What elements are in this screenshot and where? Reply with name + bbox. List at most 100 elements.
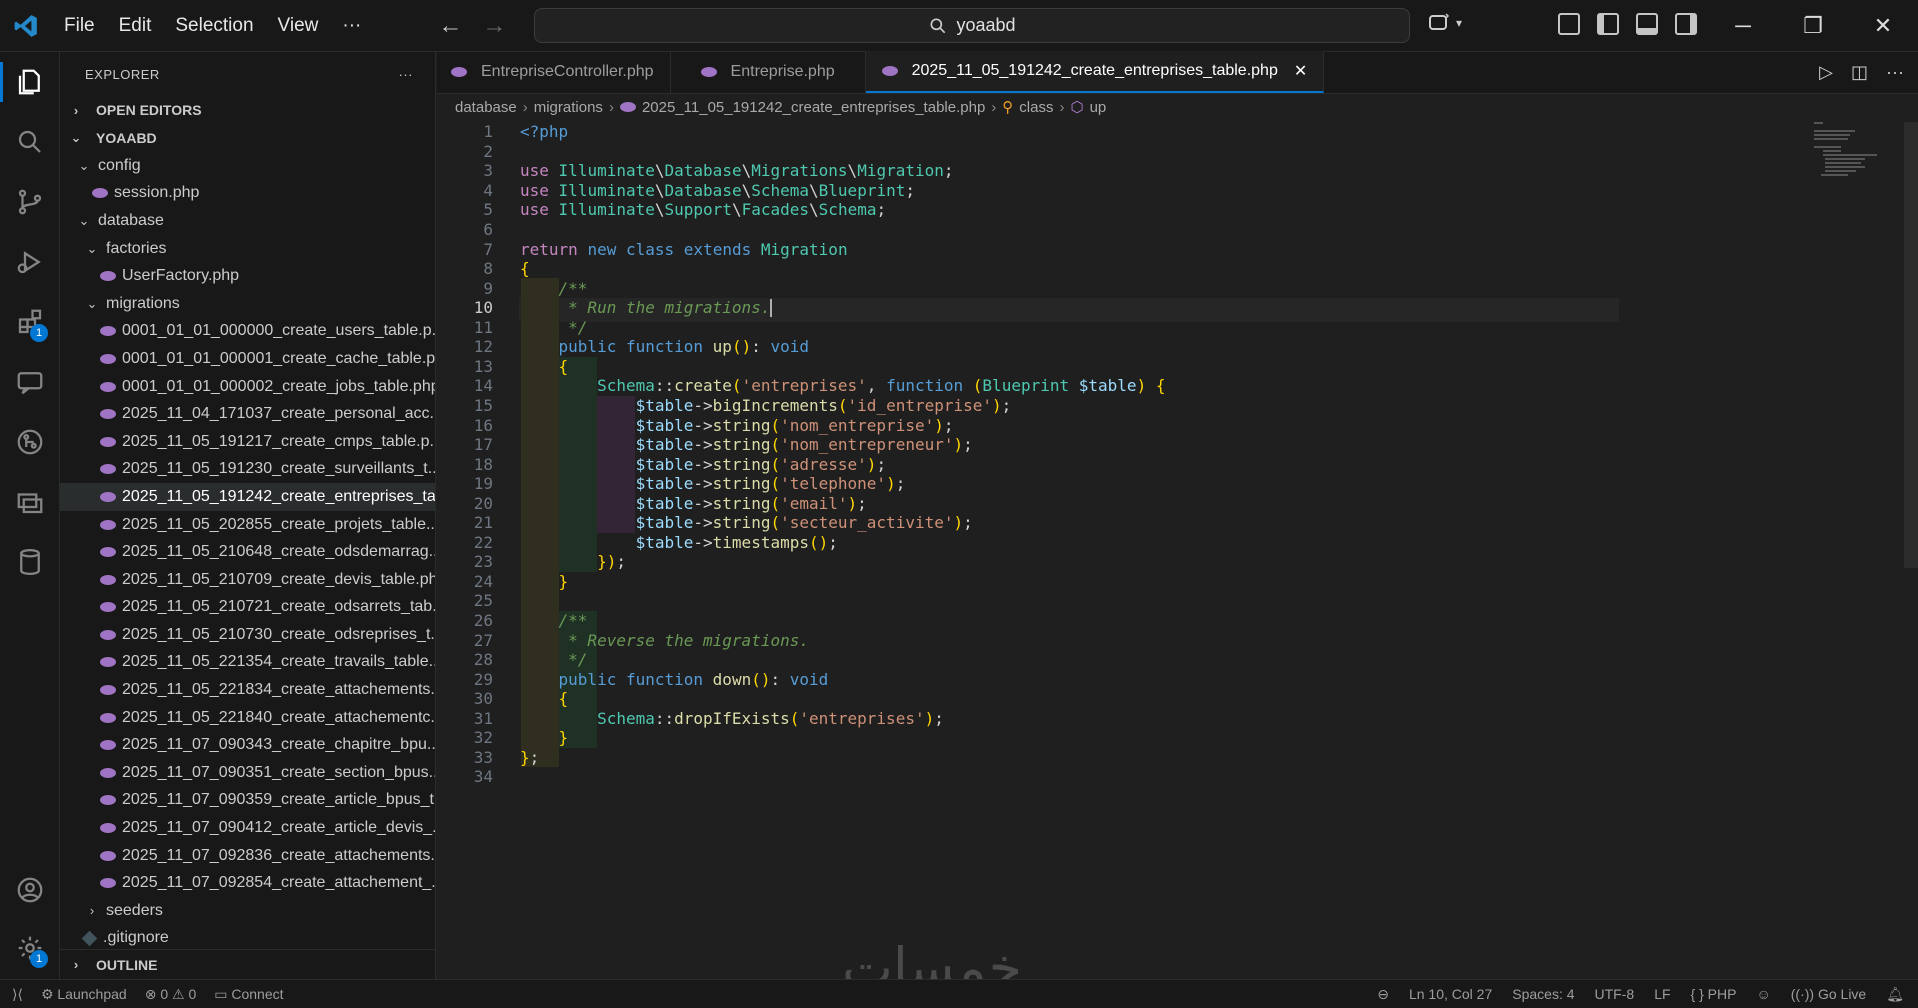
chat-icon[interactable] bbox=[0, 352, 60, 412]
tree-folder[interactable]: ⌄ factories bbox=[60, 235, 435, 263]
tree-file[interactable]: 2025_11_05_191230_create_surveillants_t.… bbox=[60, 456, 435, 484]
php-file-icon bbox=[100, 629, 116, 640]
minimap[interactable] bbox=[1814, 122, 1904, 222]
more-actions-icon[interactable]: ··· bbox=[1886, 62, 1904, 83]
tree-file[interactable]: 2025_11_05_202855_create_projets_table..… bbox=[60, 511, 435, 539]
customize-layout-icon[interactable] bbox=[1558, 13, 1580, 35]
copilot-button[interactable]: ▾ bbox=[1428, 12, 1462, 34]
search-icon[interactable] bbox=[0, 112, 60, 172]
tree-folder[interactable]: ⌄ migrations bbox=[60, 290, 435, 318]
minimize-icon[interactable]: ─ bbox=[1708, 0, 1778, 52]
source-control-icon[interactable] bbox=[0, 172, 60, 232]
launchpad-item[interactable]: ⚙ Launchpad bbox=[41, 986, 127, 1003]
open-editors-section[interactable]: › OPEN EDITORS bbox=[60, 96, 435, 124]
account-icon[interactable] bbox=[0, 860, 60, 920]
restore-icon[interactable]: ❐ bbox=[1778, 0, 1848, 52]
go-live-item[interactable]: ((·)) Go Live bbox=[1791, 986, 1866, 1002]
tree-file[interactable]: 2025_11_07_090359_create_article_bpus_t.… bbox=[60, 787, 435, 815]
tree-folder[interactable]: ⌄ config bbox=[60, 152, 435, 180]
tree-file[interactable]: 2025_11_07_090351_create_section_bpus... bbox=[60, 759, 435, 787]
tree-folder[interactable]: › seeders bbox=[60, 897, 435, 925]
menu-edit[interactable]: Edit bbox=[107, 0, 164, 52]
back-arrow-icon[interactable]: ← bbox=[435, 12, 465, 40]
tab-entreprise-model[interactable]: Entreprise.php bbox=[671, 51, 866, 93]
tree-file[interactable]: 2025_11_07_090343_create_chapitre_bpu... bbox=[60, 731, 435, 759]
line-number: 20 bbox=[473, 493, 493, 513]
tree-file[interactable]: 2025_11_07_092836_create_attachements... bbox=[60, 842, 435, 870]
code-line: 33}; bbox=[437, 748, 1907, 768]
code-line: 9 /** bbox=[437, 278, 1907, 298]
tree-file[interactable]: 0001_01_01_000001_create_cache_table.p..… bbox=[60, 345, 435, 373]
menu-file[interactable]: File bbox=[52, 0, 107, 52]
close-window-icon[interactable]: ✕ bbox=[1848, 0, 1918, 52]
breadcrumb-migrations[interactable]: migrations bbox=[534, 99, 603, 116]
tree-item-label: 2025_11_07_092854_create_attachement_... bbox=[122, 874, 435, 892]
tree-folder[interactable]: ⌄ database bbox=[60, 207, 435, 235]
tab-entreprise-controller[interactable]: EntrepriseController.php bbox=[437, 51, 671, 93]
git-graph-icon[interactable] bbox=[0, 412, 60, 472]
line-number: 19 bbox=[473, 474, 493, 494]
tree-file[interactable]: 2025_11_05_210709_create_devis_table.php bbox=[60, 566, 435, 594]
breadcrumb-class[interactable]: class bbox=[1019, 99, 1053, 116]
remote-explorer-icon[interactable] bbox=[0, 472, 60, 532]
cursor-position[interactable]: Ln 10, Col 27 bbox=[1409, 986, 1492, 1002]
explorer-icon[interactable] bbox=[0, 52, 60, 112]
code-editor[interactable]: 1 <?php 2 3 use Illuminate\Database\Migratio… bbox=[437, 122, 1907, 982]
zoom-icon[interactable]: ⊖ bbox=[1377, 986, 1389, 1003]
encoding[interactable]: UTF-8 bbox=[1595, 986, 1635, 1002]
tree-file[interactable]: 2025_11_07_090412_create_article_devis_.… bbox=[60, 814, 435, 842]
line-number: 32 bbox=[473, 728, 493, 748]
connect-item[interactable]: ▭ Connect bbox=[214, 986, 283, 1003]
breadcrumb-file[interactable]: 2025_11_05_191242_create_entreprises_tab… bbox=[642, 99, 985, 116]
split-editor-icon[interactable]: ◫ bbox=[1851, 62, 1868, 83]
tab-create-entreprises-table[interactable]: 2025_11_05_191242_create_entreprises_tab… bbox=[865, 51, 1325, 93]
indentation[interactable]: Spaces: 4 bbox=[1512, 986, 1574, 1002]
run-debug-icon[interactable] bbox=[0, 232, 60, 292]
tree-file[interactable]: 2025_11_05_210648_create_odsdemarrag... bbox=[60, 538, 435, 566]
tree-file[interactable]: 2025_11_05_191242_create_entreprises_ta.… bbox=[60, 483, 435, 511]
menu-more[interactable]: ··· bbox=[330, 0, 373, 52]
menu-view[interactable]: View bbox=[266, 0, 331, 52]
close-tab-icon[interactable]: ✕ bbox=[1294, 61, 1307, 81]
chevron-down-icon: ⌄ bbox=[86, 295, 98, 311]
tree-file[interactable]: 2025_11_04_171037_create_personal_acc... bbox=[60, 400, 435, 428]
breadcrumb-database[interactable]: database bbox=[455, 99, 517, 116]
database-icon[interactable] bbox=[0, 532, 60, 592]
tree-file[interactable]: 2025_11_05_210730_create_odsreprises_t..… bbox=[60, 621, 435, 649]
end-of-line[interactable]: LF bbox=[1654, 986, 1670, 1002]
explorer-more-actions[interactable]: ··· bbox=[399, 67, 414, 82]
line-number: 25 bbox=[473, 591, 493, 611]
breadcrumb-separator: › bbox=[991, 98, 997, 116]
remote-indicator-icon[interactable]: ⟩⟨ bbox=[12, 986, 23, 1003]
toggle-primary-sidebar-icon[interactable] bbox=[1597, 13, 1619, 35]
copilot-status-icon[interactable]: ☺ bbox=[1756, 986, 1770, 1002]
tree-file[interactable]: 0001_01_01_000000_create_users_table.p..… bbox=[60, 318, 435, 346]
toggle-panel-icon[interactable] bbox=[1636, 13, 1658, 35]
tree-file[interactable]: session.php bbox=[60, 180, 435, 208]
notifications-bell-icon[interactable]: 🔔︎ bbox=[1886, 986, 1904, 1003]
tree-file[interactable]: 2025_11_05_221354_create_travails_table.… bbox=[60, 649, 435, 677]
tree-file[interactable]: 2025_11_05_221840_create_attachementc... bbox=[60, 704, 435, 732]
language-mode[interactable]: { } PHP bbox=[1691, 986, 1737, 1002]
outline-section[interactable]: › OUTLINE bbox=[60, 949, 435, 979]
workspace-root-section[interactable]: ⌄ YOAABD bbox=[60, 124, 435, 152]
tree-file[interactable]: 2025_11_05_210721_create_odsarrets_tab..… bbox=[60, 594, 435, 622]
tree-item-label: 2025_11_07_092836_create_attachements... bbox=[122, 846, 435, 864]
tree-file[interactable]: 2025_11_05_191217_create_cmps_table.p... bbox=[60, 428, 435, 456]
tree-file[interactable]: 2025_11_07_092854_create_attachement_... bbox=[60, 869, 435, 897]
settings-gear-icon[interactable]: 1 bbox=[0, 918, 60, 978]
forward-arrow-icon[interactable]: → bbox=[479, 12, 509, 40]
tree-file[interactable]: 0001_01_01_000002_create_jobs_table.php bbox=[60, 373, 435, 401]
breadcrumb-method[interactable]: up bbox=[1090, 99, 1107, 116]
tree-file[interactable]: 2025_11_05_221834_create_attachements... bbox=[60, 676, 435, 704]
toggle-secondary-sidebar-icon[interactable] bbox=[1675, 13, 1697, 35]
menu-selection[interactable]: Selection bbox=[163, 0, 265, 52]
tree-file[interactable]: UserFactory.php bbox=[60, 262, 435, 290]
vertical-scrollbar[interactable] bbox=[1904, 122, 1918, 568]
run-file-icon[interactable]: ▷ bbox=[1819, 62, 1833, 83]
code-text: Schema::create('entreprises', function (… bbox=[597, 376, 1166, 396]
extensions-icon[interactable]: 1 bbox=[0, 292, 60, 352]
command-center-search[interactable]: yoaabd bbox=[534, 8, 1410, 43]
problems-item[interactable]: ⊗ 0 ⚠ 0 bbox=[145, 986, 197, 1003]
code-text: use Illuminate\Database\Schema\Blueprint… bbox=[520, 180, 915, 200]
